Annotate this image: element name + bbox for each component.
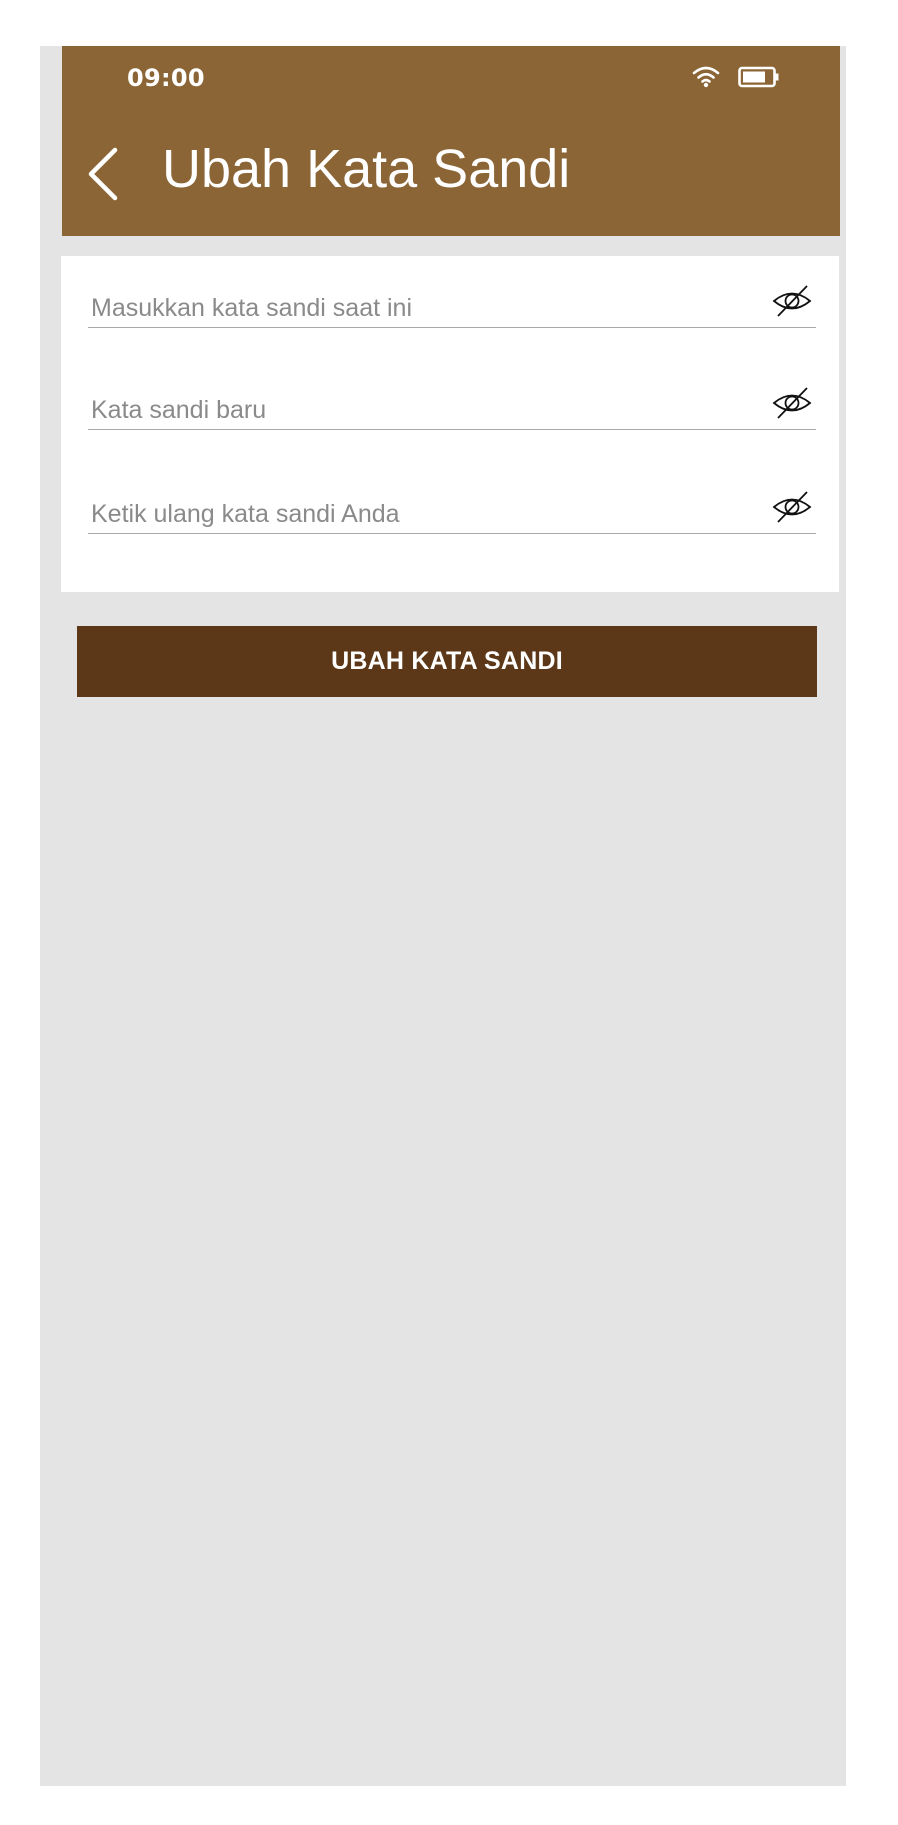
- page-title: Ubah Kata Sandi: [162, 139, 571, 199]
- app-header: 09:00 Ubah Kata Sandi: [62, 46, 840, 236]
- battery-icon: [738, 66, 779, 88]
- chevron-left-icon: [88, 147, 118, 201]
- wifi-icon: [692, 66, 720, 88]
- confirm-password-field: [88, 487, 816, 534]
- current-password-field: [88, 281, 816, 328]
- new-password-input[interactable]: [91, 396, 751, 425]
- eye-slash-icon[interactable]: [772, 491, 812, 523]
- password-form-card: [61, 256, 839, 592]
- status-time: 09:00: [127, 64, 205, 92]
- current-password-input[interactable]: [91, 294, 751, 323]
- change-password-button[interactable]: UBAH KATA SANDI: [77, 626, 817, 697]
- new-password-field: [88, 383, 816, 430]
- phone-screen: 09:00 Ubah Kata Sandi UBAH KATA SANDI: [40, 46, 846, 1786]
- confirm-password-input[interactable]: [91, 500, 751, 529]
- back-button[interactable]: [82, 142, 130, 206]
- eye-slash-icon[interactable]: [772, 387, 812, 419]
- eye-slash-icon[interactable]: [772, 285, 812, 317]
